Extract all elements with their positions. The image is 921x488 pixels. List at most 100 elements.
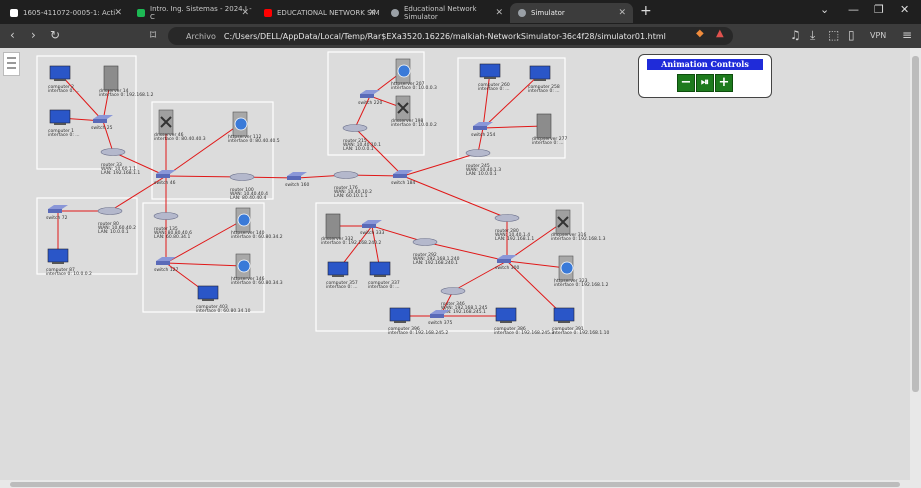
tab-1[interactable]: 1605-411072-0005-1: Acti ✕: [2, 3, 129, 23]
tools-node[interactable]: dhcpserver 316interface 0: 192.168.1.3: [551, 209, 606, 242]
router-node[interactable]: router 292WAN: 192.168.1.240LAN: 192.168…: [412, 238, 460, 267]
switch-icon-body: [48, 209, 62, 213]
computer-node[interactable]: computer 386interface 0: 192.168.245.3: [494, 307, 554, 336]
switch-node[interactable]: switch 25: [91, 115, 113, 131]
computer-node[interactable]: computer 337interface 0: ...: [368, 261, 400, 290]
computer-icon: [197, 285, 219, 300]
close-icon[interactable]: ✕: [618, 8, 626, 18]
download-icon[interactable]: ⤓: [810, 28, 815, 43]
device-interface: interface 0: 192.168.1.10: [552, 330, 610, 336]
computer-node[interactable]: computer 403interface 0: 60.80.34.10: [196, 285, 251, 314]
web-node[interactable]: httpserver 146interface 0: 60.80.34.3: [231, 253, 283, 286]
tab-4[interactable]: Educational Network Simulator ✕: [383, 3, 510, 23]
network-topology[interactable]: computer 2interface 0: ... dnsserver 14in…: [0, 48, 910, 480]
server-icon: [536, 113, 552, 139]
brave-shield-icon[interactable]: ◆: [696, 28, 704, 39]
media-icon[interactable]: ♫: [790, 28, 801, 42]
device-lan: LAN: 10.0.0.1: [343, 146, 374, 152]
switch-icon: [473, 122, 493, 126]
switch-node[interactable]: switch 254: [471, 122, 496, 138]
tab-search-icon[interactable]: ⌄: [820, 3, 829, 16]
router-node[interactable]: router 135WAN: 80.80.40.6LAN: 60.80.34.1: [153, 212, 192, 241]
computer-node[interactable]: computer 260interface 0: ...: [478, 63, 510, 92]
switch-node[interactable]: switch 127: [154, 257, 179, 273]
vpn-button[interactable]: VPN: [870, 31, 886, 40]
device-interface: interface 0: ...: [478, 86, 510, 92]
tools-node[interactable]: dnsserver 198interface 0: 10.0.0.2: [391, 95, 437, 128]
simulator-canvas[interactable]: computer 2 interface 0: ... dnsserver 14 in…: [0, 48, 910, 480]
url-text[interactable]: C:/Users/DELL/AppData/Local/Temp/Rar$EXa…: [224, 32, 666, 41]
computer-node[interactable]: computer 357interface 0: ...: [326, 261, 358, 290]
forward-icon[interactable]: ›: [31, 28, 36, 42]
computer-node[interactable]: computer 1interface 0: ...: [48, 109, 80, 138]
new-tab-button[interactable]: +: [640, 3, 652, 19]
device-label: switch 220: [358, 100, 383, 106]
close-icon[interactable]: ✕: [114, 8, 122, 18]
web-node[interactable]: httpserver 112interface 0: 80.40.40.5: [228, 111, 280, 144]
play-pause-button[interactable]: ⏯: [696, 74, 714, 92]
window-close-icon[interactable]: ✕: [900, 3, 909, 16]
router-node[interactable]: router 215WAN: 10.40.10.1LAN: 10.0.0.1: [342, 124, 381, 153]
router-icon: [494, 214, 520, 222]
device-label: switch 160: [285, 182, 310, 188]
bookmark-icon[interactable]: ⌑: [150, 28, 156, 42]
address-bar[interactable]: Archivo C:/Users/DELL/AppData/Local/Temp…: [168, 27, 733, 45]
switch-node[interactable]: switch 184: [391, 170, 416, 186]
computer-node[interactable]: computer 391interface 0: 192.168.1.10: [552, 307, 610, 336]
rewards-icon[interactable]: ▲: [716, 28, 724, 39]
computer-node[interactable]: computer 2interface 0: ...: [48, 65, 80, 94]
device-interface: interface 0: 10.0.0.3: [391, 85, 437, 91]
close-icon[interactable]: ✕: [241, 8, 249, 18]
tab-active[interactable]: Simulator ✕: [510, 3, 633, 23]
switch-node[interactable]: switch 220: [358, 90, 383, 106]
tools-node[interactable]: dnsserver 46interface 0: 80.40.40.3: [154, 109, 206, 142]
device-label: switch 46: [154, 180, 176, 186]
router-icon: [153, 212, 179, 220]
router-node[interactable]: router 80WAN: 10.60.40.2LAN: 10.0.0.1: [97, 207, 136, 236]
scroll-thumb[interactable]: [912, 56, 919, 392]
switch-icon: [497, 255, 517, 259]
switch-node[interactable]: switch 160: [285, 172, 310, 188]
reload-icon[interactable]: ↻: [50, 28, 60, 42]
router-icon: [97, 207, 123, 215]
tab-2[interactable]: Intro. Ing. Sistemas - 2024 I - C ✕: [129, 3, 256, 23]
minimize-icon[interactable]: —: [848, 3, 859, 16]
globe-icon: [560, 261, 574, 275]
faster-button[interactable]: +: [715, 74, 733, 92]
computer-node[interactable]: computer 87interface 0: 10.0.0.2: [46, 248, 92, 277]
device-interface: interface 0: 192.168.1.2: [99, 92, 154, 98]
computer-stand: [54, 79, 66, 81]
router-icon: [333, 171, 359, 179]
server-node[interactable]: dhcpserver 277interface 0: ...: [532, 113, 567, 146]
close-icon[interactable]: ✕: [495, 8, 503, 18]
router-icon: [440, 287, 466, 295]
menu-icon[interactable]: ≡: [902, 28, 912, 42]
server-node[interactable]: dnsserver 14interface 0: 192.168.1.2: [99, 65, 154, 98]
switch-node[interactable]: switch 333: [360, 220, 385, 236]
slower-button[interactable]: −: [677, 74, 695, 92]
scroll-thumb[interactable]: [10, 482, 900, 487]
web-node[interactable]: httpserver 207interface 0: 10.0.0.3: [391, 58, 437, 91]
computer-node[interactable]: computer 258interface 0: ...: [528, 65, 560, 94]
router-node[interactable]: router 280WAN: 10.40.1.4LAN: 192.168.1.1: [494, 214, 534, 243]
computer-icon: [389, 307, 411, 322]
device-label: switch 72: [46, 215, 68, 221]
switch-node[interactable]: switch 72: [46, 205, 68, 221]
maximize-icon[interactable]: ❐: [874, 3, 884, 16]
close-icon[interactable]: ✕: [368, 8, 376, 18]
back-icon[interactable]: ‹: [10, 28, 15, 42]
web-node[interactable]: httpserver 323interface 0: 192.168.1.2: [554, 255, 609, 288]
router-node[interactable]: router 245WAN: 10.40.1.3LAN: 10.0.0.1: [465, 149, 501, 178]
web-node[interactable]: httpserver 140interface 0: 60.80.34.2: [231, 207, 283, 240]
extensions-icon[interactable]: ⬚: [828, 28, 839, 42]
horizontal-scrollbar[interactable]: [0, 480, 910, 488]
tab-3[interactable]: EDUCATIONAL NETWORK SIM ✕: [256, 3, 383, 23]
device-interface: interface 0: 192.168.1.3: [551, 236, 606, 242]
switch-icon-body: [430, 314, 444, 318]
server-icon: [103, 65, 119, 91]
vertical-scrollbar[interactable]: [910, 48, 921, 488]
sidebar-icon[interactable]: ▯: [848, 28, 855, 42]
device-label: switch 375: [428, 320, 453, 326]
switch-node[interactable]: switch 300: [495, 255, 520, 271]
router-icon: [100, 148, 126, 156]
